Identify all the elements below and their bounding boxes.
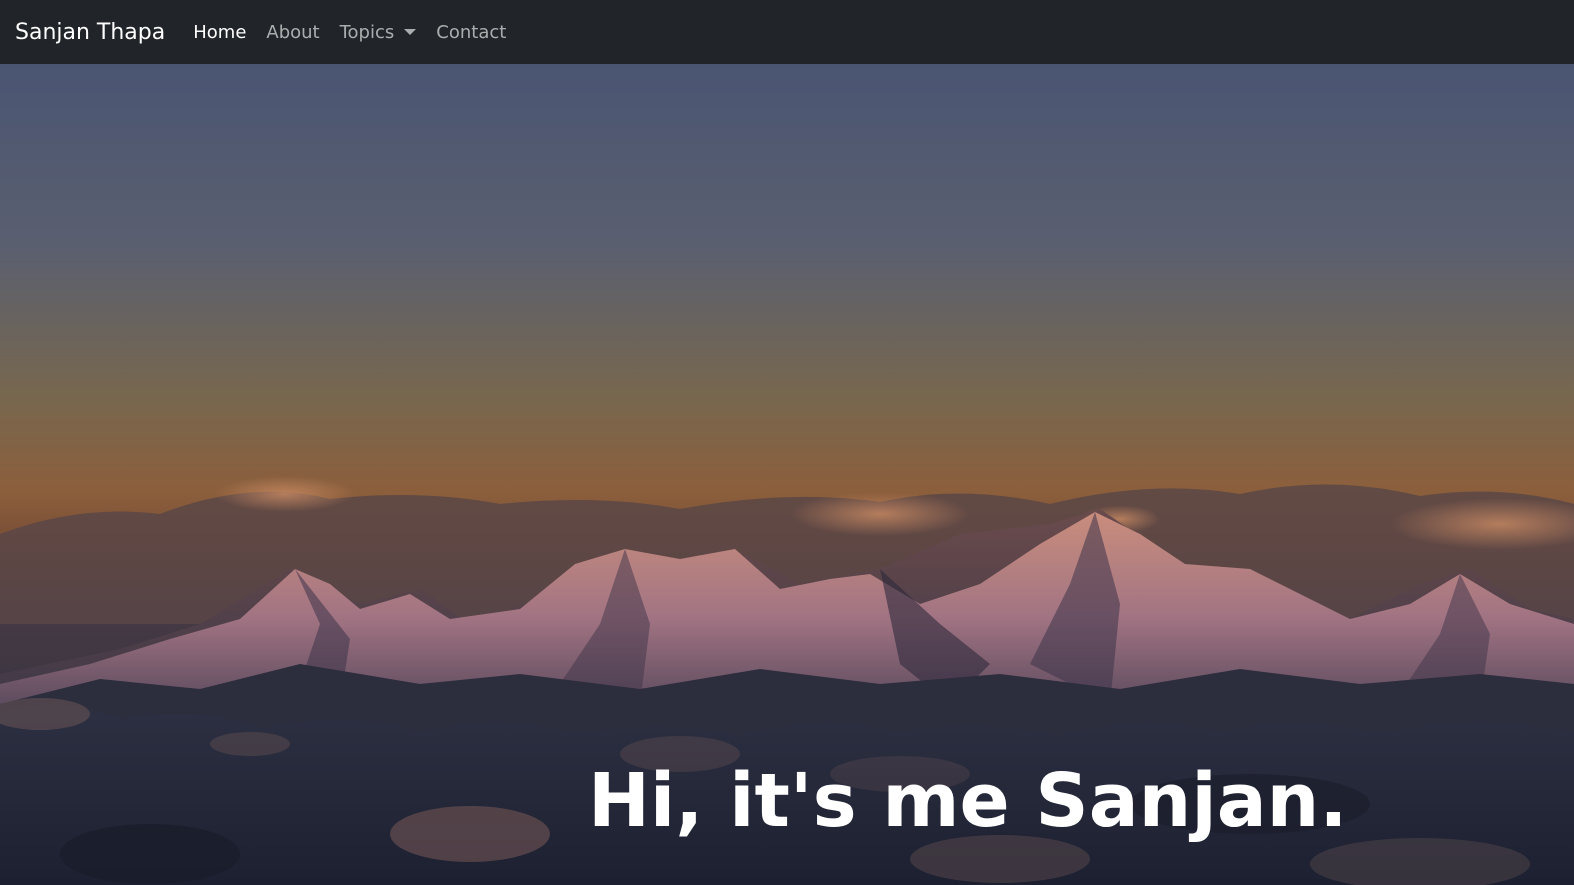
hero-section: Hi, it's me Sanjan.	[0, 64, 1574, 885]
hero-title: Hi, it's me Sanjan.	[588, 758, 1348, 844]
nav-contact-link[interactable]: Contact	[436, 22, 506, 43]
chevron-down-icon	[404, 29, 417, 35]
navbar: Sanjan Thapa Home About Topics Contact	[0, 0, 1574, 64]
nav-topics-label: Topics	[339, 21, 395, 43]
nav-about-link[interactable]: About	[266, 22, 319, 43]
nav-links: Home About Topics Contact	[193, 22, 506, 43]
nav-topics-dropdown[interactable]: Topics	[340, 22, 417, 43]
nav-home-link[interactable]: Home	[193, 22, 246, 43]
brand-link[interactable]: Sanjan Thapa	[15, 20, 165, 45]
